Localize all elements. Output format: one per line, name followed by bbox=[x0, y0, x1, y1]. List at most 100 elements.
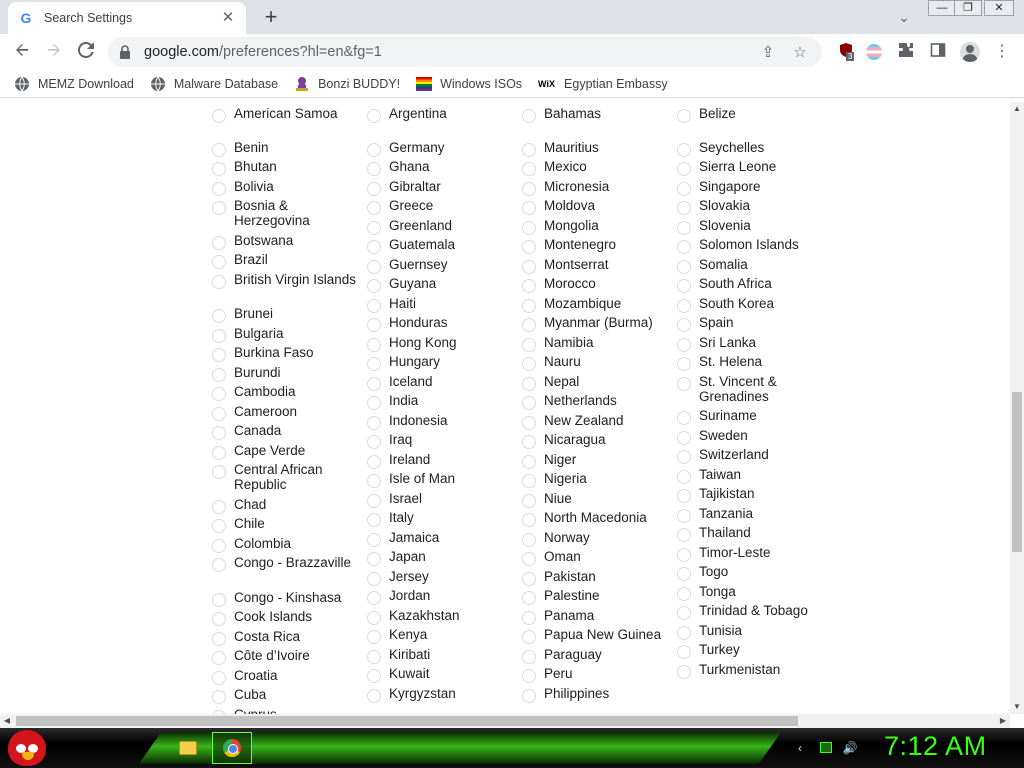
region-option[interactable]: Jordan bbox=[367, 588, 513, 608]
region-option[interactable]: American Samoa bbox=[212, 106, 358, 126]
region-radio-button[interactable] bbox=[367, 455, 381, 469]
region-option[interactable]: Peru bbox=[522, 666, 668, 686]
region-option[interactable]: Colombia bbox=[212, 536, 358, 556]
region-option[interactable]: Burkina Faso bbox=[212, 345, 358, 365]
region-option[interactable]: Norway bbox=[522, 530, 668, 550]
region-radio-button[interactable] bbox=[677, 221, 691, 235]
region-option[interactable]: Somalia bbox=[677, 257, 823, 277]
address-bar[interactable]: google.com/preferences?hl=en&fg=1 ⇪ ☆ bbox=[108, 37, 822, 67]
region-radio-button[interactable] bbox=[677, 318, 691, 332]
side-panel-icon[interactable] bbox=[928, 42, 948, 62]
region-radio-button[interactable] bbox=[367, 109, 381, 123]
region-option[interactable]: Congo - Kinshasa bbox=[212, 590, 358, 610]
scroll-up-arrow-icon[interactable]: ▲ bbox=[1010, 102, 1024, 116]
region-option[interactable]: Trinidad & Tobago bbox=[677, 603, 823, 623]
tab-close-icon[interactable]: ✕ bbox=[220, 10, 236, 26]
horizontal-scroll-thumb[interactable] bbox=[16, 716, 798, 726]
region-radio-button[interactable] bbox=[367, 338, 381, 352]
region-option[interactable]: Singapore bbox=[677, 179, 823, 199]
region-option[interactable]: Slovenia bbox=[677, 218, 823, 238]
region-option[interactable]: Niue bbox=[522, 491, 668, 511]
region-radio-button[interactable] bbox=[677, 201, 691, 215]
region-radio-button[interactable] bbox=[367, 162, 381, 176]
region-radio-button[interactable] bbox=[522, 143, 536, 157]
region-radio-button[interactable] bbox=[367, 630, 381, 644]
region-radio-button[interactable] bbox=[367, 591, 381, 605]
region-option[interactable]: Israel bbox=[367, 491, 513, 511]
region-option[interactable]: Mexico bbox=[522, 159, 668, 179]
region-option[interactable]: Philippines bbox=[522, 686, 668, 706]
region-radio-button[interactable] bbox=[212, 143, 226, 157]
region-radio-button[interactable] bbox=[367, 377, 381, 391]
region-option[interactable]: Burundi bbox=[212, 365, 358, 385]
region-radio-button[interactable] bbox=[522, 279, 536, 293]
region-option[interactable]: Moldova bbox=[522, 198, 668, 218]
region-radio-button[interactable] bbox=[212, 368, 226, 382]
region-radio-button[interactable] bbox=[212, 255, 226, 269]
region-option[interactable]: Isle of Man bbox=[367, 471, 513, 491]
region-option[interactable]: St. Vincent & Grenadines bbox=[677, 374, 823, 404]
region-option[interactable]: Honduras bbox=[367, 315, 513, 335]
minimize-button[interactable]: — bbox=[928, 0, 956, 16]
vertical-scrollbar[interactable]: ▲ ▼ bbox=[1010, 102, 1024, 714]
region-radio-button[interactable] bbox=[522, 650, 536, 664]
region-option[interactable]: Canada bbox=[212, 423, 358, 443]
region-option[interactable]: Mozambique bbox=[522, 296, 668, 316]
region-option[interactable]: Solomon Islands bbox=[677, 237, 823, 257]
region-radio-button[interactable] bbox=[677, 528, 691, 542]
region-radio-button[interactable] bbox=[677, 431, 691, 445]
region-option[interactable]: Iceland bbox=[367, 374, 513, 394]
region-radio-button[interactable] bbox=[367, 318, 381, 332]
region-option[interactable]: Côte d’Ivoire bbox=[212, 648, 358, 668]
start-button-angry-bird-icon[interactable] bbox=[8, 730, 46, 766]
region-radio-button[interactable] bbox=[367, 279, 381, 293]
scroll-down-arrow-icon[interactable]: ▼ bbox=[1010, 700, 1024, 714]
region-option[interactable]: India bbox=[367, 393, 513, 413]
region-option[interactable]: Thailand bbox=[677, 525, 823, 545]
region-radio-button[interactable] bbox=[677, 162, 691, 176]
region-radio-button[interactable] bbox=[212, 558, 226, 572]
region-radio-button[interactable] bbox=[677, 489, 691, 503]
region-radio-button[interactable] bbox=[367, 474, 381, 488]
region-radio-button[interactable] bbox=[212, 407, 226, 421]
region-option[interactable]: Palestine bbox=[522, 588, 668, 608]
extensions-puzzle-icon[interactable] bbox=[896, 42, 916, 62]
bookmark-memz-download[interactable]: MEMZ Download bbox=[14, 76, 134, 92]
bookmark-bonzi-buddy[interactable]: Bonzi BUDDY! bbox=[294, 76, 400, 92]
tray-chevron-icon[interactable]: ‹ bbox=[792, 740, 808, 756]
region-option[interactable]: South Korea bbox=[677, 296, 823, 316]
region-radio-button[interactable] bbox=[522, 630, 536, 644]
region-option[interactable]: Tunisia bbox=[677, 623, 823, 643]
region-radio-button[interactable] bbox=[677, 450, 691, 464]
region-option[interactable]: Bolivia bbox=[212, 179, 358, 199]
region-option[interactable]: Spain bbox=[677, 315, 823, 335]
region-option[interactable]: South Africa bbox=[677, 276, 823, 296]
region-radio-button[interactable] bbox=[212, 593, 226, 607]
volume-icon[interactable]: 🔊 bbox=[842, 740, 858, 756]
region-option[interactable]: Panama bbox=[522, 608, 668, 628]
region-radio-button[interactable] bbox=[522, 416, 536, 430]
region-option[interactable]: Tanzania bbox=[677, 506, 823, 526]
region-radio-button[interactable] bbox=[522, 162, 536, 176]
region-option[interactable]: Niger bbox=[522, 452, 668, 472]
region-radio-button[interactable] bbox=[522, 357, 536, 371]
region-option[interactable]: Iraq bbox=[367, 432, 513, 452]
region-option[interactable]: Kiribati bbox=[367, 647, 513, 667]
region-option[interactable]: Nauru bbox=[522, 354, 668, 374]
reload-button[interactable] bbox=[70, 36, 102, 68]
region-radio-button[interactable] bbox=[367, 435, 381, 449]
region-option[interactable]: North Macedonia bbox=[522, 510, 668, 530]
close-window-button[interactable]: ✕ bbox=[984, 0, 1014, 16]
region-option[interactable]: Croatia bbox=[212, 668, 358, 688]
region-radio-button[interactable] bbox=[367, 611, 381, 625]
region-radio-button[interactable] bbox=[212, 651, 226, 665]
region-option[interactable]: Sweden bbox=[677, 428, 823, 448]
region-radio-button[interactable] bbox=[677, 626, 691, 640]
region-option[interactable]: Hong Kong bbox=[367, 335, 513, 355]
region-option[interactable]: Nicaragua bbox=[522, 432, 668, 452]
region-radio-button[interactable] bbox=[212, 446, 226, 460]
restore-button[interactable]: ❐ bbox=[954, 0, 982, 16]
region-option[interactable]: Bhutan bbox=[212, 159, 358, 179]
region-radio-button[interactable] bbox=[677, 606, 691, 620]
taskbar-chrome[interactable] bbox=[212, 732, 252, 764]
